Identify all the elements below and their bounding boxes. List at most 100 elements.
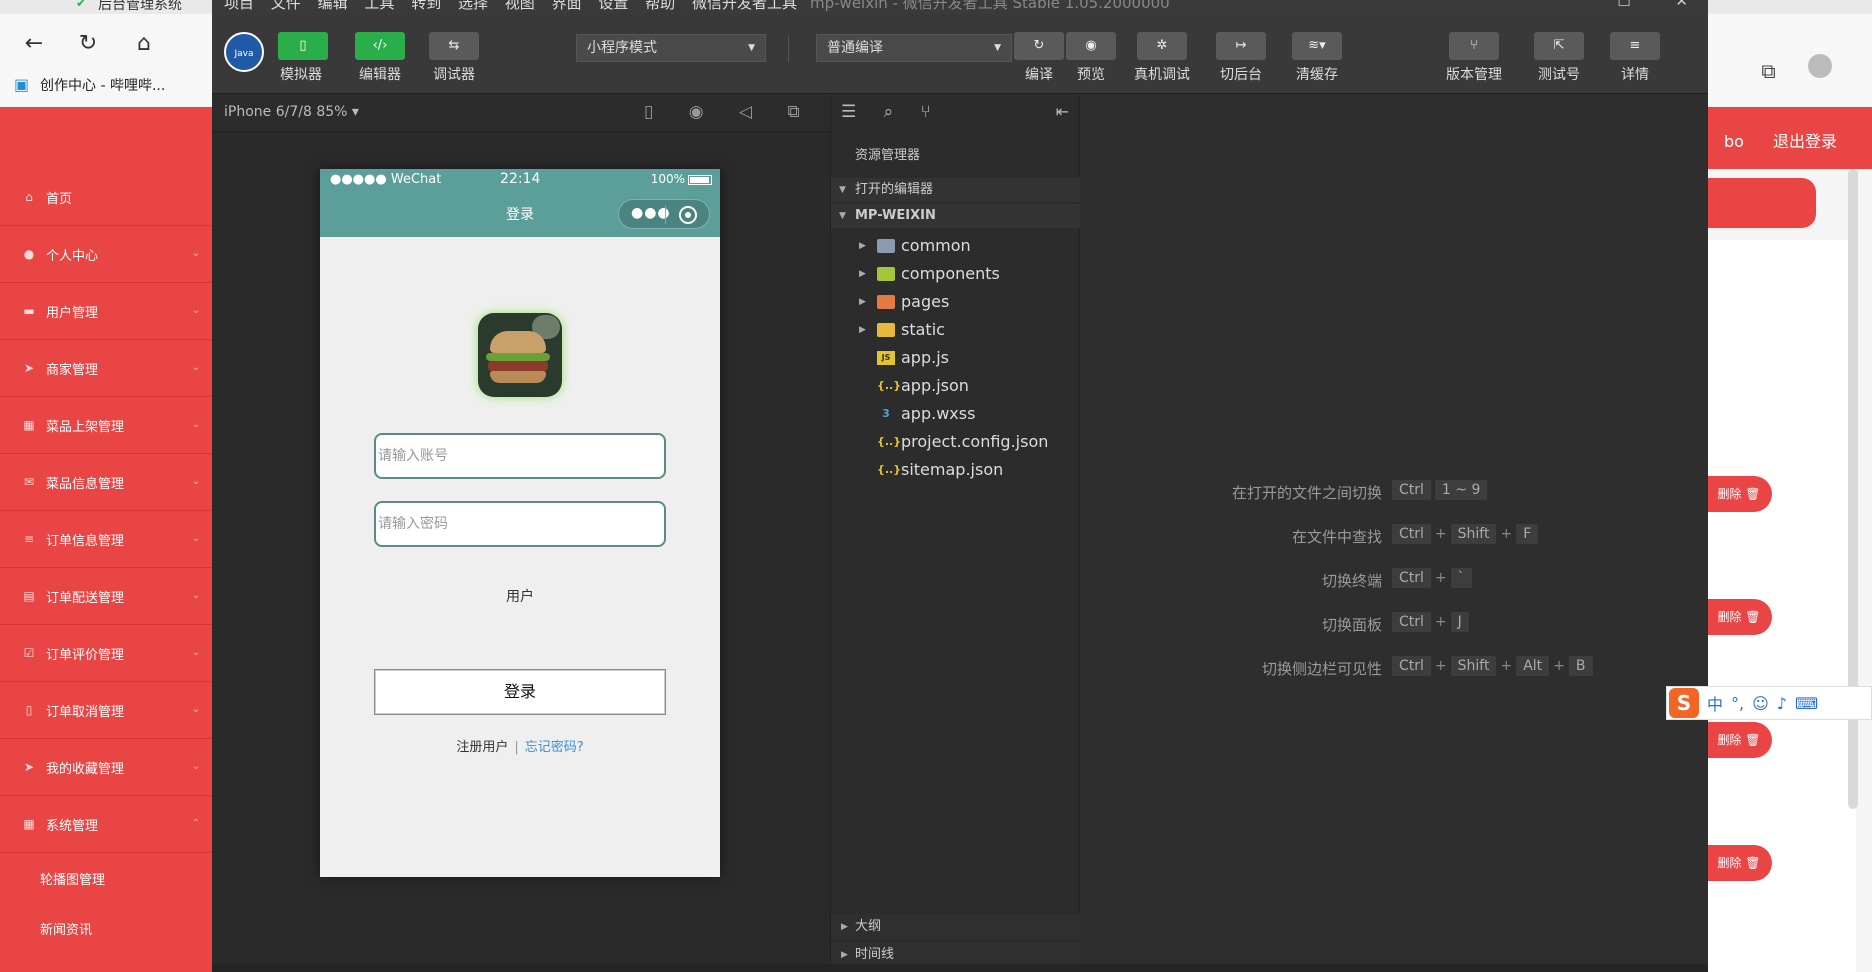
sidebar-item-system[interactable]: ▦ 系统管理 ⌃: [0, 796, 212, 853]
sidebar-item-dish-info[interactable]: ✉ 菜品信息管理 ⌄: [0, 454, 212, 511]
login-button[interactable]: 登录: [374, 669, 666, 715]
reload-icon[interactable]: ↻: [74, 30, 102, 58]
capsule-menu[interactable]: ●●●: [618, 199, 710, 229]
capsule-divider: [665, 206, 666, 224]
list-icon[interactable]: ☰: [841, 102, 856, 122]
tree-item-label: common: [901, 236, 971, 255]
caret-down-icon: ▼: [748, 43, 755, 53]
microphone-icon[interactable]: ♪: [1777, 694, 1787, 713]
tree-item-common[interactable]: ▶ common: [831, 232, 1081, 260]
punctuation-icon[interactable]: °,: [1731, 694, 1744, 713]
delete-button[interactable]: 删除 🗑: [1706, 845, 1772, 881]
sidebar-item-users[interactable]: ▬ 用户管理 ⌄: [0, 283, 212, 340]
compile-mode-dropdown[interactable]: 普通编译 ▼: [816, 34, 1012, 62]
sidebar-item-profile[interactable]: ● 个人中心 ⌄: [0, 226, 212, 283]
tree-item-components[interactable]: ▶ components: [831, 260, 1081, 288]
bookmark-item[interactable]: ▣ 创作中心 - 哔哩哔...: [14, 75, 165, 95]
menu-interface[interactable]: 界面: [552, 0, 582, 12]
sidebar-subitem-carousel[interactable]: 轮播图管理: [0, 853, 212, 903]
menu-select[interactable]: 选择: [458, 0, 488, 12]
delete-button[interactable]: 删除 🗑: [1706, 722, 1772, 758]
simulator-button[interactable]: ▯ 模拟器: [278, 32, 328, 84]
explorer-title: 资源管理器: [855, 148, 921, 163]
sidebar-item-favorites[interactable]: ➤ 我的收藏管理 ⌄: [0, 739, 212, 796]
account-input[interactable]: 请输入账号: [374, 433, 666, 479]
preview-button[interactable]: ◉ 预览: [1066, 32, 1116, 84]
emoji-icon[interactable]: ☺: [1752, 694, 1769, 713]
tree-item-sitemap[interactable]: {..} sitemap.json: [831, 456, 1081, 484]
details-button[interactable]: ≡ 详情: [1610, 32, 1660, 84]
menu-project[interactable]: 项目: [224, 0, 254, 12]
role-picker[interactable]: 用户: [320, 586, 720, 606]
maximize-icon[interactable]: ☐: [1617, 0, 1630, 10]
sidebar-item-dish-listing[interactable]: ▦ 菜品上架管理 ⌄: [0, 397, 212, 454]
delete-button[interactable]: 删除 🗑: [1706, 476, 1772, 512]
sidebar-item-reviews[interactable]: ☑ 订单评价管理 ⌄: [0, 625, 212, 682]
tree-item-pages[interactable]: ▶ pages: [831, 288, 1081, 316]
debugger-button[interactable]: ⇆ 调试器: [426, 32, 482, 84]
version-button[interactable]: ⑂ 版本管理: [1442, 32, 1506, 84]
password-input[interactable]: 请输入密码: [374, 501, 666, 547]
window-icon[interactable]: ⧉: [788, 102, 800, 122]
sogou-logo-icon[interactable]: S: [1669, 688, 1699, 718]
outline-section[interactable]: ▶ 大纲: [831, 914, 1081, 940]
menu-tools[interactable]: 工具: [364, 0, 394, 12]
tree-item-app-wxss[interactable]: 3 app.wxss: [831, 400, 1081, 428]
menu-help[interactable]: 帮助: [645, 0, 675, 12]
tree-item-app-json[interactable]: {..} app.json: [831, 372, 1081, 400]
ime-mode[interactable]: 中: [1707, 691, 1723, 715]
menu-settings[interactable]: 设置: [598, 0, 628, 12]
status-time: 22:14: [500, 171, 541, 187]
logout-link[interactable]: 退出登录: [1773, 132, 1837, 151]
tree-item-app-js[interactable]: JS app.js: [831, 344, 1081, 372]
background-button[interactable]: ↦ 切后台: [1216, 32, 1266, 84]
open-editors-section[interactable]: ▼ 打开的编辑器: [831, 178, 1081, 202]
sidebar-item-merchants[interactable]: ➤ 商家管理 ⌄: [0, 340, 212, 397]
volume-icon[interactable]: ◁: [739, 102, 752, 122]
sidebar-item-home[interactable]: ⌂ 首页: [0, 169, 212, 226]
menu-devtools[interactable]: 微信开发者工具: [692, 0, 797, 12]
menu-goto[interactable]: 转到: [411, 0, 441, 12]
sidebar-item-label: 用户管理: [46, 305, 99, 321]
tree-item-project-config[interactable]: {..} project.config.json: [831, 428, 1081, 456]
close-icon[interactable]: ✕: [1675, 0, 1688, 10]
chevron-down-icon: ⌄: [191, 419, 200, 430]
sidebar-item-orders[interactable]: ≡ 订单信息管理 ⌄: [0, 511, 212, 568]
admin-header-right: bo 退出登录: [1700, 128, 1837, 152]
phone-outline-icon[interactable]: ▯: [644, 102, 653, 122]
home-icon[interactable]: ⌂: [130, 30, 158, 58]
compile-button[interactable]: ↻ 编译: [1014, 32, 1064, 84]
source-control-icon[interactable]: ⑂: [921, 102, 931, 122]
shortcut-label: 在打开的文件之间切换: [1231, 484, 1382, 502]
browser-tab[interactable]: ✔ 后台管理系统: [76, 0, 182, 14]
tree-item-static[interactable]: ▶ static: [831, 316, 1081, 344]
menu-edit[interactable]: 编辑: [318, 0, 348, 12]
record-icon[interactable]: ◉: [689, 102, 704, 122]
close-mini-program-icon[interactable]: [679, 206, 697, 224]
tree-item-label: static: [901, 320, 945, 339]
forgot-password-link[interactable]: 忘记密码?: [525, 740, 584, 755]
menu-file[interactable]: 文件: [271, 0, 301, 12]
project-section[interactable]: ▼ MP-WEIXIN: [831, 204, 1081, 228]
back-arrow-icon[interactable]: ←: [20, 30, 48, 58]
menu-view[interactable]: 视图: [505, 0, 535, 12]
real-device-debug-button[interactable]: ✲ 真机调试: [1130, 32, 1194, 84]
mode-dropdown[interactable]: 小程序模式 ▼: [576, 34, 766, 62]
search-icon[interactable]: ⌕: [884, 102, 894, 122]
test-account-button[interactable]: ⇱ 测试号: [1534, 32, 1584, 84]
caret-right-icon: ▶: [859, 241, 866, 251]
collapse-sidebar-icon[interactable]: ⇤: [1056, 102, 1069, 121]
simulator-label: 模拟器: [280, 67, 322, 83]
project-avatar[interactable]: Java: [224, 32, 264, 72]
delete-button[interactable]: 删除 🗑: [1706, 599, 1772, 635]
editor-button[interactable]: ‹/› 编辑器: [352, 32, 408, 84]
ime-toolbar: S 中 °, ☺ ♪ ⌨: [1666, 686, 1872, 720]
sidebar-subitem-news[interactable]: 新闻资讯: [0, 903, 212, 953]
register-link[interactable]: 注册用户: [456, 740, 508, 755]
device-selector[interactable]: iPhone 6/7/8 85% ▾: [224, 104, 359, 120]
delete-label: 删除: [1717, 610, 1742, 624]
sidebar-item-delivery[interactable]: ▤ 订单配送管理 ⌄: [0, 568, 212, 625]
keyboard-icon[interactable]: ⌨: [1795, 694, 1818, 713]
clear-cache-button[interactable]: ≋▾ 清缓存: [1290, 32, 1344, 84]
sidebar-item-cancellations[interactable]: ▯ 订单取消管理 ⌄: [0, 682, 212, 739]
